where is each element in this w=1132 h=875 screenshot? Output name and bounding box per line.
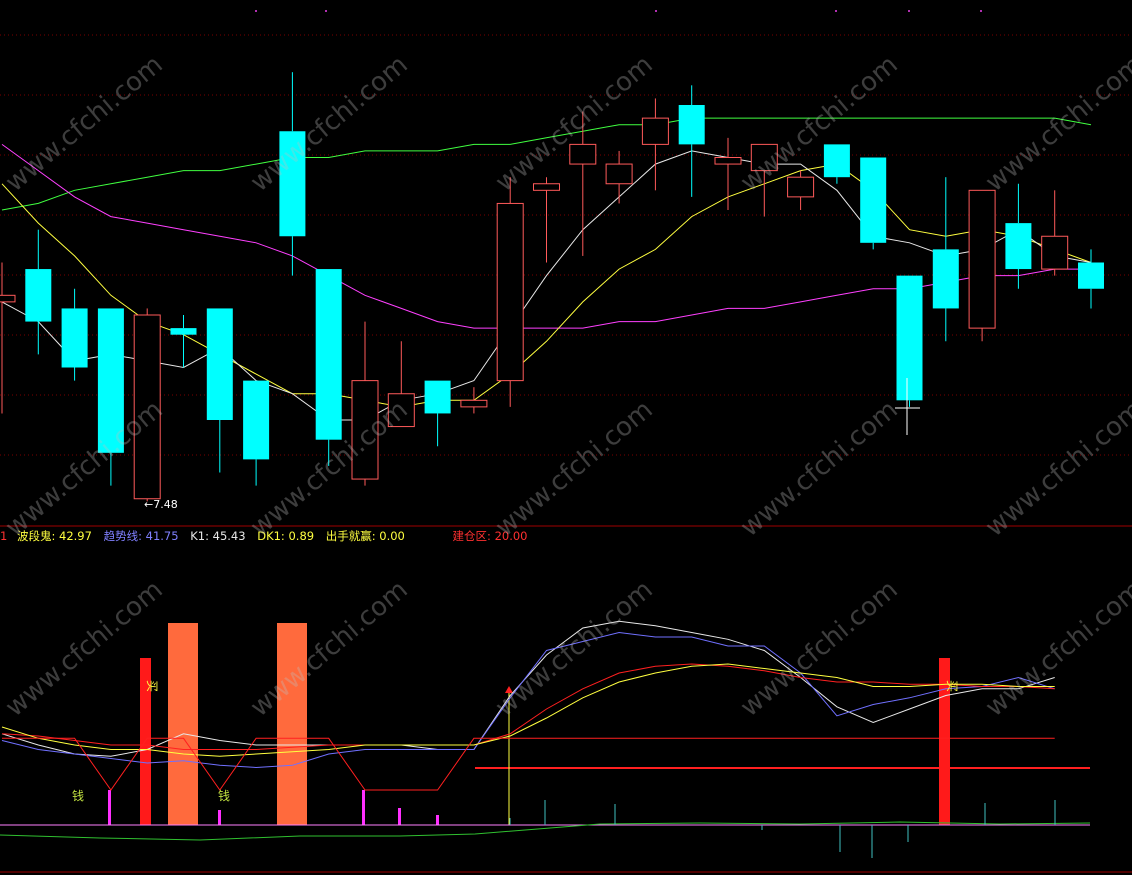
legend-wave-value: 42.97	[59, 529, 92, 543]
candle-body-up	[787, 176, 815, 198]
stock-chart-canvas[interactable]: ←7.48 钱 钱 买 买	[0, 0, 1132, 875]
trend-blue-line	[1, 631, 1055, 769]
candle-body-up	[387, 393, 415, 428]
signal-bar-orange	[168, 623, 198, 825]
top-marker-dot	[655, 10, 657, 12]
candle-body-up	[460, 399, 488, 408]
legend-chushou-label: 出手就赢:	[325, 529, 380, 543]
candle-body-down	[97, 308, 124, 453]
candle-body-up	[351, 380, 379, 480]
candle-body-down	[823, 144, 850, 178]
signal-bar-orange	[277, 623, 307, 825]
money-marker: 钱	[218, 788, 230, 803]
legend-k1-value: 45.43	[212, 529, 246, 543]
candle-body-down	[170, 328, 197, 335]
candle-body-down	[243, 380, 270, 460]
wave-yellow-line	[1, 663, 1055, 757]
candle-body-up	[569, 143, 597, 165]
candle-body-up	[496, 202, 524, 382]
candle-body-down	[424, 380, 451, 414]
candle-body-down	[896, 275, 923, 401]
top-marker-dot	[908, 10, 910, 12]
candle-body-down	[860, 157, 887, 243]
buy-marker: 买	[145, 680, 159, 692]
indicator-legend: 1 波段鬼: 42.97 趋势线: 41.75 K1: 45.43 DK1: 0…	[0, 528, 528, 544]
signal-spike-magenta	[108, 790, 111, 825]
candle-body-down	[1078, 262, 1104, 289]
legend-wave-label: 波段鬼:	[16, 529, 60, 543]
legend-chushou-value: 0.00	[379, 529, 405, 543]
legend-prefix: 1	[0, 529, 8, 543]
legend-trend-label: 趋势线:	[103, 529, 146, 543]
legend-jiancang-value: 20.00	[494, 529, 528, 543]
top-marker-dot	[980, 10, 982, 12]
signal-spike-magenta	[218, 810, 221, 825]
red-step-line	[2, 737, 1055, 791]
candle-body-down	[206, 308, 233, 420]
candle-body-down	[1005, 223, 1032, 270]
candle-body-down	[25, 269, 52, 322]
signal-spike-magenta	[362, 790, 365, 825]
legend-dk1-value: 0.89	[288, 529, 315, 543]
candle-body-up	[0, 294, 16, 303]
legend-trend-value: 41.75	[145, 529, 179, 543]
legend-jiancang-label: 建仓区:	[452, 529, 495, 543]
wave-red-line	[1, 663, 1055, 750]
candle-body-down	[61, 308, 88, 368]
candle-body-down	[932, 249, 959, 309]
buy-marker: 买	[945, 680, 959, 692]
candle-body-down	[678, 105, 705, 145]
candle-body-up	[1041, 235, 1069, 270]
money-marker: 钱	[72, 788, 84, 803]
top-marker-dot	[835, 10, 837, 12]
candle-body-up	[605, 163, 633, 185]
candle-body-up	[750, 143, 778, 172]
legend-k1-label: K1:	[190, 529, 213, 543]
top-marker-dot	[325, 10, 327, 12]
signal-spike-magenta	[436, 815, 439, 825]
candle-body-down	[279, 131, 306, 237]
signal-spike-magenta	[398, 808, 401, 825]
signal-arrow-up	[505, 686, 513, 693]
candle-body-up	[133, 314, 161, 500]
candle-body-up	[714, 157, 742, 165]
candle-body-up	[968, 189, 996, 329]
candle-body-up	[641, 117, 669, 145]
candle-body-up	[533, 183, 560, 191]
legend-dk1-label: DK1:	[257, 529, 289, 543]
candle-body-down	[315, 269, 342, 440]
top-marker-dot	[255, 10, 257, 12]
low-price-marker: ←7.48	[144, 498, 178, 511]
